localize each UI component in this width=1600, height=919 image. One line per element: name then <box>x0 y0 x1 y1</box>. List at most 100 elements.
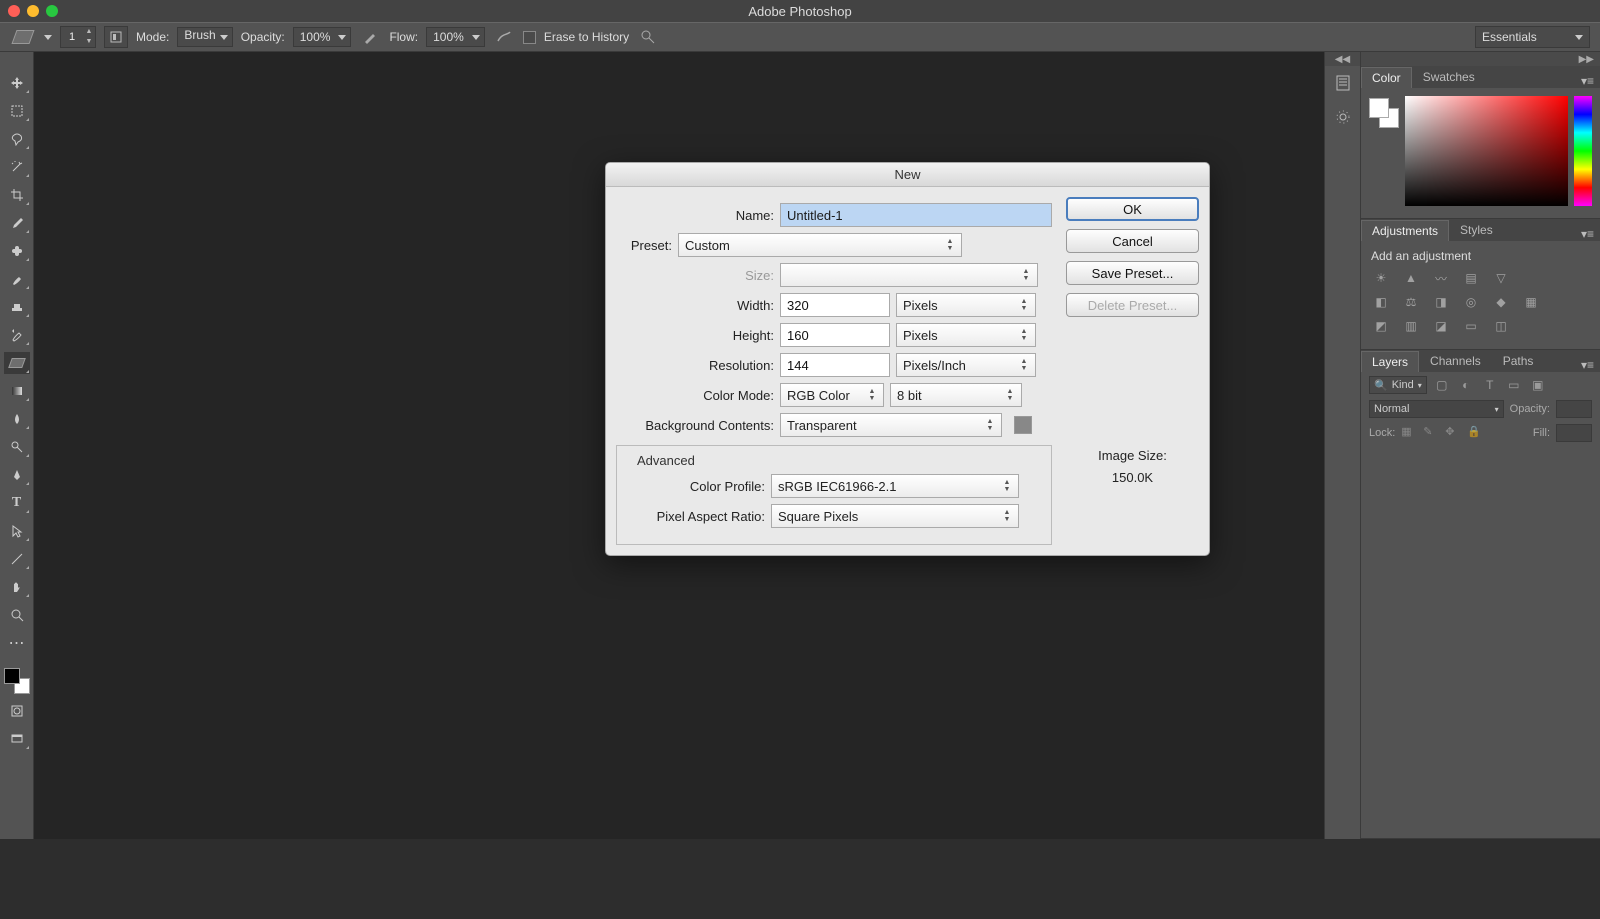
hue-saturation-icon[interactable]: ◧ <box>1371 293 1391 311</box>
eraser-tool[interactable] <box>4 352 30 374</box>
layer-opacity-field[interactable] <box>1556 400 1592 418</box>
ok-button[interactable]: OK <box>1066 197 1199 221</box>
lock-pixels-icon[interactable]: ✎ <box>1423 425 1439 441</box>
zoom-tool[interactable] <box>4 604 30 626</box>
clone-stamp-tool[interactable] <box>4 296 30 318</box>
hue-strip[interactable] <box>1574 96 1592 206</box>
invert-icon[interactable]: ◩ <box>1371 317 1391 335</box>
save-preset-button[interactable]: Save Preset... <box>1066 261 1199 285</box>
erase-to-history-checkbox[interactable] <box>523 31 536 44</box>
adjustments-panel-menu[interactable]: ▾≡ <box>1575 227 1600 241</box>
mode-select[interactable]: Brush <box>177 27 232 47</box>
lock-transparency-icon[interactable]: ▦ <box>1401 425 1417 441</box>
dodge-tool[interactable] <box>4 436 30 458</box>
foreground-background-colors[interactable] <box>4 668 30 694</box>
brush-size-stepper[interactable]: 1 ▲ ▼ <box>60 26 96 48</box>
selective-color-icon[interactable]: ◫ <box>1491 317 1511 335</box>
lock-position-icon[interactable]: ✥ <box>1445 425 1461 441</box>
channels-tab[interactable]: Channels <box>1419 350 1492 372</box>
curves-icon[interactable]: 〰 <box>1431 269 1451 287</box>
preset-select[interactable]: Custom ▲▼ <box>678 233 962 257</box>
pixel-aspect-select[interactable]: Square Pixels ▲▼ <box>771 504 1019 528</box>
move-tool[interactable] <box>4 72 30 94</box>
airbrush-toggle-icon[interactable] <box>493 26 515 48</box>
gradient-map-icon[interactable]: ▭ <box>1461 317 1481 335</box>
dock-collapse-tab[interactable]: ◀◀ <box>1325 52 1360 66</box>
black-white-icon[interactable]: ◨ <box>1431 293 1451 311</box>
layers-tab[interactable]: Layers <box>1361 351 1419 372</box>
line-tool[interactable] <box>4 548 30 570</box>
type-tool[interactable]: T <box>4 492 30 514</box>
brush-panel-toggle[interactable] <box>104 26 128 48</box>
blur-tool[interactable] <box>4 408 30 430</box>
filter-adjust-icon[interactable]: ◐ <box>1457 376 1475 394</box>
threshold-icon[interactable]: ◪ <box>1431 317 1451 335</box>
fill-field[interactable] <box>1556 424 1592 442</box>
width-unit-select[interactable]: Pixels ▲▼ <box>896 293 1036 317</box>
height-input[interactable] <box>780 323 890 347</box>
brightness-contrast-icon[interactable]: ☀ <box>1371 269 1391 287</box>
tablet-pressure-size-icon[interactable] <box>637 26 659 48</box>
magic-wand-tool[interactable] <box>4 156 30 178</box>
filter-pixel-icon[interactable]: ▢ <box>1433 376 1451 394</box>
bg-color-swatch[interactable] <box>1014 416 1032 434</box>
channel-mixer-icon[interactable]: ◆ <box>1491 293 1511 311</box>
posterize-icon[interactable]: ▥ <box>1401 317 1421 335</box>
minimize-window-button[interactable] <box>27 5 39 17</box>
photo-filter-icon[interactable]: ◎ <box>1461 293 1481 311</box>
cancel-button[interactable]: Cancel <box>1066 229 1199 253</box>
styles-tab[interactable]: Styles <box>1449 219 1504 241</box>
height-unit-select[interactable]: Pixels ▲▼ <box>896 323 1036 347</box>
quick-mask-toggle[interactable] <box>4 700 30 722</box>
hand-tool[interactable] <box>4 576 30 598</box>
swatches-tab[interactable]: Swatches <box>1412 66 1486 88</box>
lasso-tool[interactable] <box>4 128 30 150</box>
resolution-unit-select[interactable]: Pixels/Inch ▲▼ <box>896 353 1036 377</box>
vibrance-icon[interactable]: ▽ <box>1491 269 1511 287</box>
close-window-button[interactable] <box>8 5 20 17</box>
current-tool-icon[interactable] <box>10 28 36 46</box>
filter-shape-icon[interactable]: ▭ <box>1505 376 1523 394</box>
workspace-switcher[interactable]: Essentials <box>1475 26 1590 48</box>
gradient-tool[interactable] <box>4 380 30 402</box>
resolution-input[interactable] <box>780 353 890 377</box>
properties-panel-icon[interactable] <box>1325 100 1360 134</box>
layers-panel-menu[interactable]: ▾≡ <box>1575 358 1600 372</box>
color-lookup-icon[interactable]: ▦ <box>1521 293 1541 311</box>
adjustments-tab[interactable]: Adjustments <box>1361 220 1449 241</box>
brush-size-up[interactable]: ▲ <box>83 27 95 37</box>
crop-tool[interactable] <box>4 184 30 206</box>
paths-tab[interactable]: Paths <box>1492 350 1545 372</box>
tablet-pressure-opacity-icon[interactable] <box>359 26 381 48</box>
levels-icon[interactable]: ▲ <box>1401 269 1421 287</box>
history-brush-tool[interactable] <box>4 324 30 346</box>
color-mode-select[interactable]: RGB Color ▲▼ <box>780 383 884 407</box>
color-tab[interactable]: Color <box>1361 67 1412 88</box>
bit-depth-select[interactable]: 8 bit ▲▼ <box>890 383 1022 407</box>
width-input[interactable] <box>780 293 890 317</box>
history-panel-icon[interactable] <box>1325 66 1360 100</box>
filter-smart-icon[interactable]: ▣ <box>1529 376 1547 394</box>
color-field[interactable] <box>1405 96 1568 206</box>
filter-kind-select[interactable]: 🔍 Kind ▾ <box>1369 376 1427 394</box>
lock-all-icon[interactable]: 🔒 <box>1467 425 1483 441</box>
path-selection-tool[interactable] <box>4 520 30 542</box>
name-input[interactable] <box>780 203 1052 227</box>
zoom-window-button[interactable] <box>46 5 58 17</box>
opacity-field[interactable]: 100% <box>293 27 352 47</box>
bg-contents-select[interactable]: Transparent ▲▼ <box>780 413 1002 437</box>
tool-preset-picker[interactable] <box>44 35 52 40</box>
color-fg-bg-swatch[interactable] <box>1369 98 1399 128</box>
filter-type-icon[interactable]: T <box>1481 376 1499 394</box>
flow-field[interactable]: 100% <box>426 27 485 47</box>
marquee-tool[interactable] <box>4 100 30 122</box>
screen-mode-toggle[interactable] <box>4 728 30 750</box>
color-balance-icon[interactable]: ⚖ <box>1401 293 1421 311</box>
brush-size-down[interactable]: ▼ <box>83 37 95 47</box>
brush-tool[interactable] <box>4 268 30 290</box>
color-profile-select[interactable]: sRGB IEC61966-2.1 ▲▼ <box>771 474 1019 498</box>
blend-mode-select[interactable]: Normal ▾ <box>1369 400 1504 418</box>
pen-tool[interactable] <box>4 464 30 486</box>
panel-expand-tab[interactable]: ▶▶ <box>1361 52 1600 66</box>
healing-brush-tool[interactable] <box>4 240 30 262</box>
